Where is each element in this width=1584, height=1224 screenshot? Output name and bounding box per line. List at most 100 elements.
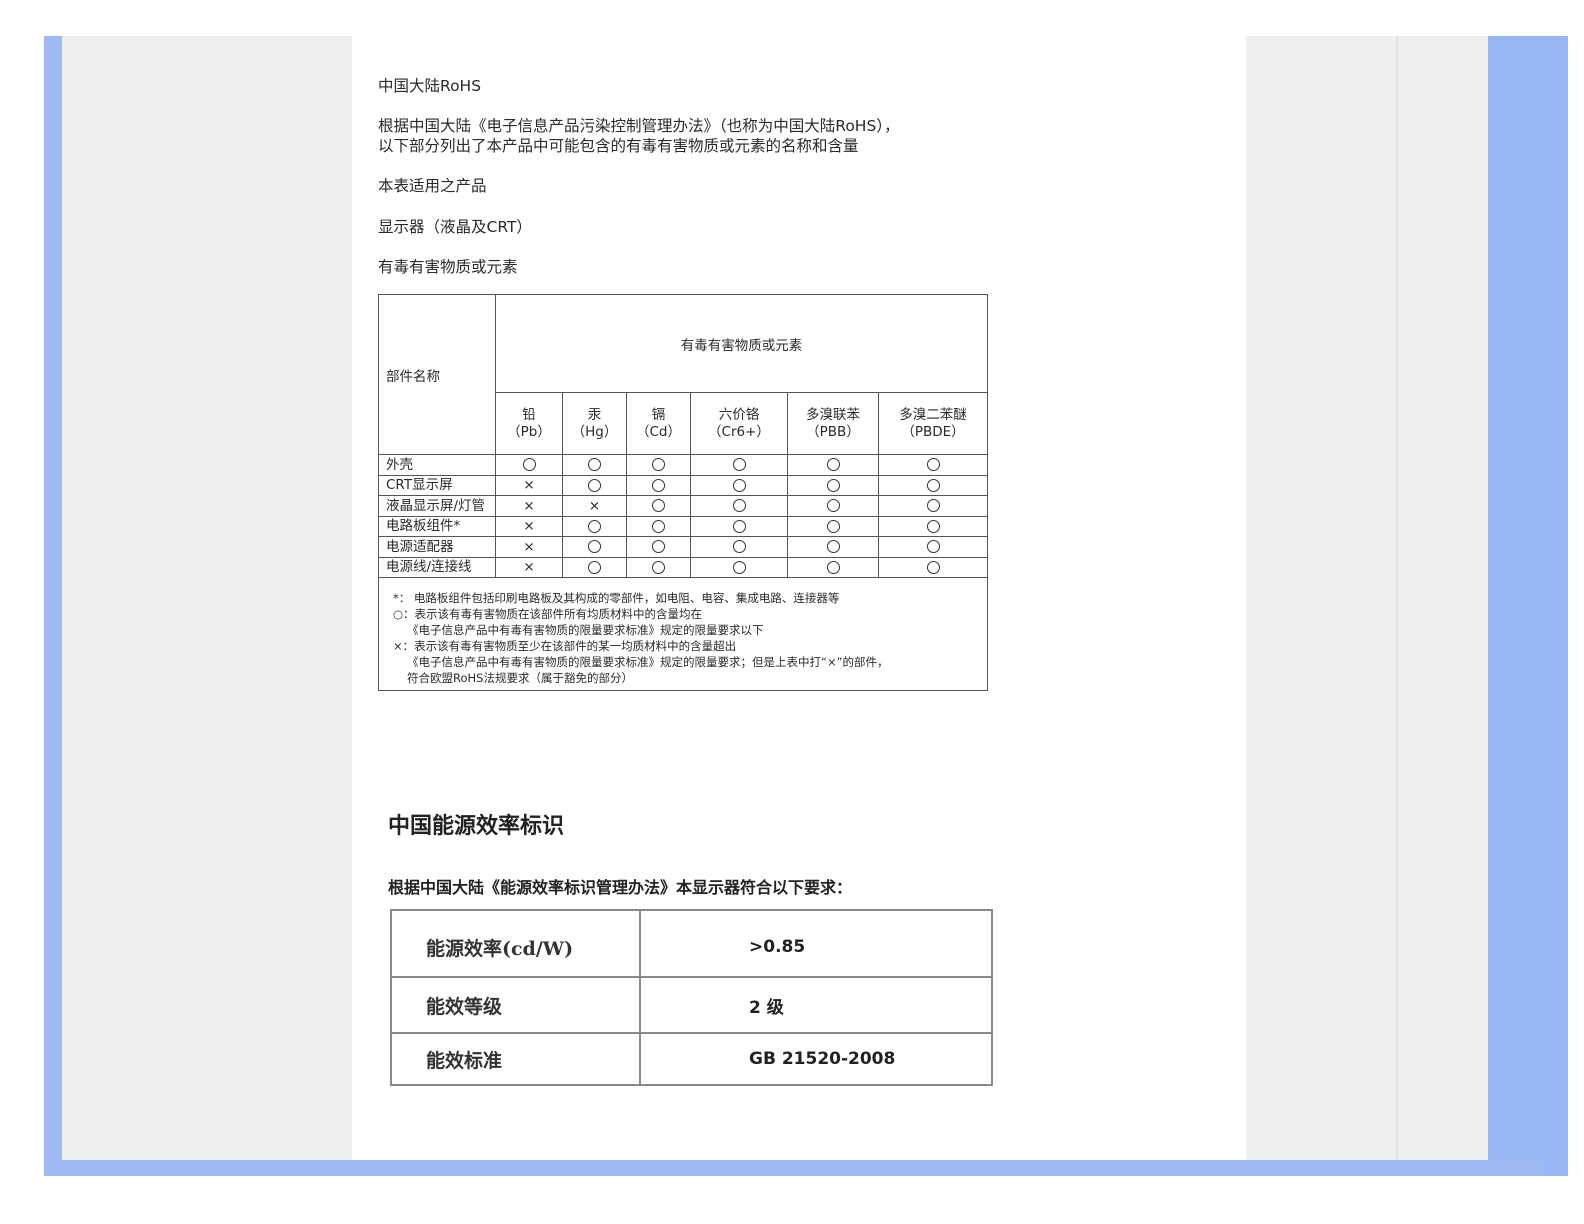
- col-header-cr6: 六价铬 （Cr6+）: [690, 392, 788, 455]
- compliant-mark-cell: [562, 454, 627, 476]
- part-name-cell: 电源适配器: [378, 536, 496, 558]
- energy-label: 能源效率(cd/W): [390, 909, 641, 978]
- part-name-cell: 电源线/连接线: [378, 556, 496, 578]
- compliant-mark-cell: [787, 556, 879, 578]
- compliant-mark-cell: [787, 474, 879, 496]
- compliant-mark-cell: [690, 454, 788, 476]
- note-line: 《电子信息产品中有毒有害物质的限量要求标准》规定的限量要求以下: [407, 623, 764, 637]
- circle-icon: [652, 540, 665, 554]
- document-page: 中国大陆RoHS 根据中国大陆《电子信息产品污染控制管理办法》（也称为中国大陆R…: [352, 36, 1246, 1160]
- compliant-mark-cell: [787, 536, 879, 558]
- exceeds-mark-cell: ×: [495, 536, 563, 558]
- compliant-mark-cell: [562, 556, 627, 578]
- rohs-intro-line2: 以下部分列出了本产品中可能包含的有毒有害物质或元素的名称和含量: [378, 137, 859, 155]
- compliant-mark-cell: [787, 515, 879, 537]
- circle-icon: [652, 478, 665, 492]
- table-row: 电路板组件* ×: [378, 515, 989, 537]
- compliant-mark-cell: [626, 536, 691, 558]
- energy-section-title: 中国能源效率标识: [388, 813, 565, 839]
- circle-icon: [588, 478, 601, 492]
- compliant-mark-cell: [626, 556, 691, 578]
- circle-icon: [826, 458, 840, 472]
- col-header-pbb: 多溴联苯 （PBB）: [787, 392, 879, 455]
- energy-label: 能效标准: [390, 1032, 641, 1086]
- window-frame-right: [1488, 36, 1568, 1176]
- exceeds-mark-cell: ×: [495, 556, 563, 578]
- part-name-cell: 电路板组件*: [378, 515, 496, 537]
- compliant-mark-cell: [877, 454, 989, 476]
- col-header-pbde: 多溴二苯醚 （PBDE）: [877, 392, 989, 455]
- note-line: *： 电路板组件包括印刷电路板及其构成的零部件，如电阻、电容、集成电路、连接器等: [393, 591, 840, 605]
- exceeds-mark-cell: ×: [495, 515, 563, 537]
- exceeds-mark-cell: ×: [495, 474, 563, 496]
- substances-label: 有毒有害物质或元素: [378, 258, 518, 276]
- circle-icon: [926, 519, 940, 533]
- part-name-cell: 液晶显示屏/灯管: [378, 495, 496, 517]
- substance-group-header: 有毒有害物质或元素: [494, 294, 989, 393]
- table-row: 能效标准 GB 21520-2008: [390, 1032, 993, 1086]
- rohs-title: 中国大陆RoHS: [378, 77, 482, 95]
- table-row: 外壳: [378, 454, 989, 476]
- compliant-mark-cell: [787, 495, 879, 517]
- table-row: 能效等级 2 级: [390, 976, 993, 1034]
- window-frame-left: [44, 36, 62, 1176]
- circle-icon: [732, 478, 746, 492]
- part-name-header: 部件名称: [378, 294, 496, 455]
- circle-icon: [926, 540, 940, 554]
- margin-divider: [1396, 36, 1398, 1160]
- rohs-substance-table: 部件名称 有毒有害物质或元素 铅（Pb） 汞（Hg） 镉（Cd） 六价铬 （Cr6…: [377, 294, 989, 691]
- circle-icon: [588, 540, 601, 554]
- circle-icon: [926, 499, 940, 513]
- circle-icon: [826, 478, 840, 492]
- circle-icon: [926, 560, 940, 574]
- compliant-mark-cell: [690, 474, 788, 496]
- note-line: ○：表示该有毒有害物质在该部件所有均质材料中的含量均在: [393, 607, 703, 621]
- circle-icon: [522, 458, 536, 472]
- exceeds-mark-cell: ×: [495, 495, 563, 517]
- rohs-intro-line1: 根据中国大陆《电子信息产品污染控制管理办法》（也称为中国大陆RoHS），: [378, 117, 900, 135]
- energy-label: 能效等级: [390, 976, 641, 1034]
- table-row: 液晶显示屏/灯管 × ×: [378, 495, 989, 517]
- circle-icon: [826, 540, 840, 554]
- table-row: 电源线/连接线 ×: [378, 556, 989, 578]
- circle-icon: [588, 519, 601, 533]
- note-line: 《电子信息产品中有毒有害物质的限量要求标准》规定的限量要求；但是上表中打“×”的…: [407, 655, 889, 669]
- circle-icon: [732, 540, 746, 554]
- circle-icon: [652, 519, 665, 533]
- table-row: CRT显示屏 ×: [378, 474, 989, 496]
- viewer-margin-left: [62, 36, 352, 1160]
- energy-value: 2 级: [639, 976, 993, 1034]
- applies-label: 本表适用之产品: [378, 177, 487, 195]
- col-header-cd: 镉（Cd）: [626, 392, 691, 455]
- compliant-mark-cell: [562, 474, 627, 496]
- compliant-mark-cell: [877, 556, 989, 578]
- table-notes: *： 电路板组件包括印刷电路板及其构成的零部件，如电阻、电容、集成电路、连接器等…: [377, 577, 989, 691]
- col-header-hg: 汞（Hg）: [562, 392, 627, 455]
- compliant-mark-cell: [562, 515, 627, 537]
- circle-icon: [926, 478, 940, 492]
- table-row: 能源效率(cd/W) >0.85: [390, 909, 993, 978]
- energy-value: GB 21520-2008: [639, 1032, 993, 1086]
- part-name-cell: 外壳: [378, 454, 496, 476]
- energy-efficiency-table: 能源效率(cd/W) >0.85 能效等级 2 级 能效标准 GB 21520-…: [390, 909, 993, 1086]
- circle-icon: [926, 458, 940, 472]
- circle-icon: [732, 560, 746, 574]
- compliant-mark-cell: [877, 536, 989, 558]
- compliant-mark-cell: [626, 474, 691, 496]
- circle-icon: [588, 458, 601, 472]
- compliant-mark-cell: [877, 474, 989, 496]
- note-line: ×：表示该有毒有害物质至少在该部件的某一均质材料中的含量超出: [393, 639, 737, 653]
- compliant-mark-cell: [562, 536, 627, 558]
- compliant-mark-cell: [626, 515, 691, 537]
- part-name-cell: CRT显示屏: [378, 474, 496, 496]
- window-frame-bottom: [44, 1160, 1544, 1176]
- compliant-mark-cell: [787, 454, 879, 476]
- compliant-mark-cell: [626, 495, 691, 517]
- table-row: 电源适配器 ×: [378, 536, 989, 558]
- compliant-mark-cell: [626, 454, 691, 476]
- compliant-mark-cell: [690, 515, 788, 537]
- compliant-mark-cell: [495, 454, 563, 476]
- circle-icon: [652, 499, 665, 513]
- note-line: 符合欧盟RoHS法规要求（属于豁免的部分）: [407, 671, 633, 685]
- circle-icon: [732, 499, 746, 513]
